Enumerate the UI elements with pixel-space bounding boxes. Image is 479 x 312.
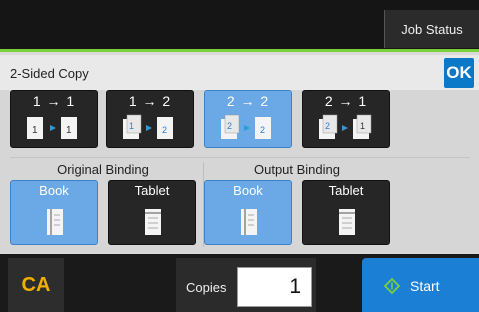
ok-button[interactable]: OK <box>444 58 474 88</box>
duplex-mode-group: 1 → 1 1 1 1 → 2 1 2 2 → 2 2 2 2 → 1 2 1 <box>10 90 470 150</box>
svg-text:2: 2 <box>162 125 167 135</box>
tablet-binding-icon <box>145 209 161 235</box>
mode-2-to-2-button[interactable]: 2 → 2 2 2 <box>204 90 292 148</box>
mode-label: 2 → 2 <box>226 93 270 109</box>
original-binding-book-button[interactable]: Book <box>10 180 98 245</box>
mode-label: 1 → 2 <box>128 93 172 109</box>
option-label: Book <box>39 183 69 198</box>
original-binding-tablet-button[interactable]: Tablet <box>108 180 196 245</box>
single-to-single-icon: 1 1 <box>27 117 77 139</box>
svg-text:1: 1 <box>360 121 365 131</box>
svg-text:1: 1 <box>129 121 134 131</box>
book-binding-icon <box>241 209 257 235</box>
svg-text:2: 2 <box>260 125 265 135</box>
duplex-to-single-icon: 2 1 <box>319 114 372 139</box>
status-indicator-bar <box>0 49 479 52</box>
page-title: 2-Sided Copy <box>10 66 89 81</box>
mode-label: 1 → 1 <box>32 93 76 109</box>
mode-2-to-1-button[interactable]: 2 → 1 2 1 <box>302 90 390 148</box>
option-label: Book <box>233 183 263 198</box>
content-area: 1 → 1 1 1 1 → 2 1 2 2 → 2 2 2 2 → 1 2 1 … <box>0 90 479 252</box>
original-binding-group: Original Binding Book Tablet <box>10 160 196 250</box>
option-label: Tablet <box>328 183 364 198</box>
single-to-duplex-icon: 1 2 <box>123 114 173 139</box>
output-binding-title: Output Binding <box>253 162 340 177</box>
original-binding-title: Original Binding <box>57 162 149 177</box>
top-bar: Job Status <box>0 0 479 52</box>
section-divider <box>10 157 470 158</box>
output-binding-book-button[interactable]: Book <box>204 180 292 245</box>
start-button[interactable]: Start <box>362 258 479 312</box>
start-diamond-icon <box>384 278 400 294</box>
svg-text:2: 2 <box>227 121 232 131</box>
start-label: Start <box>410 278 440 294</box>
duplex-to-duplex-icon: 2 2 <box>221 114 271 139</box>
mode-1-to-1-button[interactable]: 1 → 1 1 1 <box>10 90 98 148</box>
tablet-binding-icon <box>339 209 355 235</box>
book-binding-icon <box>47 209 63 235</box>
output-binding-group: Output Binding Book Tablet <box>204 160 390 250</box>
option-label: Tablet <box>134 183 170 198</box>
svg-text:1: 1 <box>66 125 72 136</box>
mode-1-to-2-button[interactable]: 1 → 2 1 2 <box>106 90 194 148</box>
svg-text:2: 2 <box>325 121 330 131</box>
mode-label: 2 → 1 <box>324 93 368 109</box>
title-row: 2-Sided Copy OK <box>0 55 479 90</box>
bottom-bar: CA Copies 1 Start <box>0 254 479 312</box>
job-status-button[interactable]: Job Status <box>384 10 479 48</box>
copies-label: Copies <box>186 280 227 295</box>
clear-all-button[interactable]: CA <box>8 258 64 312</box>
copies-input[interactable]: 1 <box>237 267 312 307</box>
output-binding-tablet-button[interactable]: Tablet <box>302 180 390 245</box>
copies-control: Copies 1 <box>176 258 316 312</box>
svg-text:1: 1 <box>32 125 38 136</box>
